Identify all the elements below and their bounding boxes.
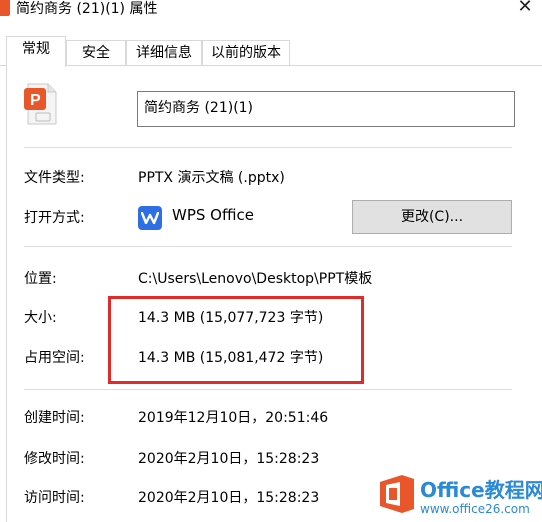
created-label: 创建时间: <box>24 410 85 426</box>
separator <box>24 246 512 247</box>
watermark: Office教程网 www.office26.com <box>374 470 542 522</box>
change-button[interactable]: 更改(C)... <box>352 200 512 234</box>
location-label: 位置: <box>24 271 57 287</box>
svg-text:P: P <box>30 92 41 109</box>
location-value: C:\Users\Lenovo\Desktop\PPT模板 <box>138 271 373 287</box>
modified-value: 2020年2月10日，15:28:23 <box>138 451 320 467</box>
separator <box>24 147 512 148</box>
accessed-value: 2020年2月10日，15:28:23 <box>138 490 320 506</box>
wps-icon <box>138 206 162 230</box>
tab-previous-versions[interactable]: 以前的版本 <box>202 40 290 66</box>
close-button[interactable]: ✕ <box>514 0 536 18</box>
window-title: 简约商务 (21)(1) 属性 <box>16 1 158 17</box>
highlight-box <box>108 296 364 384</box>
panel-border <box>6 65 7 522</box>
separator <box>24 389 512 390</box>
size-label: 大小: <box>24 310 57 326</box>
modified-label: 修改时间: <box>24 451 85 467</box>
tab-general[interactable]: 常规 <box>6 36 66 67</box>
watermark-title: Office教程网 <box>420 478 542 502</box>
title-bar: 简约商务 (21)(1) 属性 ✕ <box>0 0 542 22</box>
tab-details[interactable]: 详细信息 <box>126 40 202 66</box>
open-with-label: 打开方式: <box>24 210 85 226</box>
file-name-field[interactable]: 简约商务 (21)(1) <box>137 91 515 127</box>
tab-divider <box>0 65 542 66</box>
open-with-app: WPS Office <box>172 206 254 224</box>
watermark-url: www.office26.com <box>420 502 530 516</box>
office-logo-icon <box>378 474 416 514</box>
file-type-label: 文件类型: <box>24 170 85 186</box>
pptx-title-icon <box>0 0 10 16</box>
disk-size-label: 占用空间: <box>24 350 85 366</box>
file-type-value: PPTX 演示文稿 (.pptx) <box>138 170 285 186</box>
accessed-label: 访问时间: <box>24 490 85 506</box>
tab-strip: 常规 安全 详细信息 以前的版本 <box>0 36 542 67</box>
created-value: 2019年12月10日，20:51:46 <box>138 410 329 426</box>
pptx-file-icon: P <box>22 82 58 126</box>
tab-security[interactable]: 安全 <box>66 40 126 66</box>
